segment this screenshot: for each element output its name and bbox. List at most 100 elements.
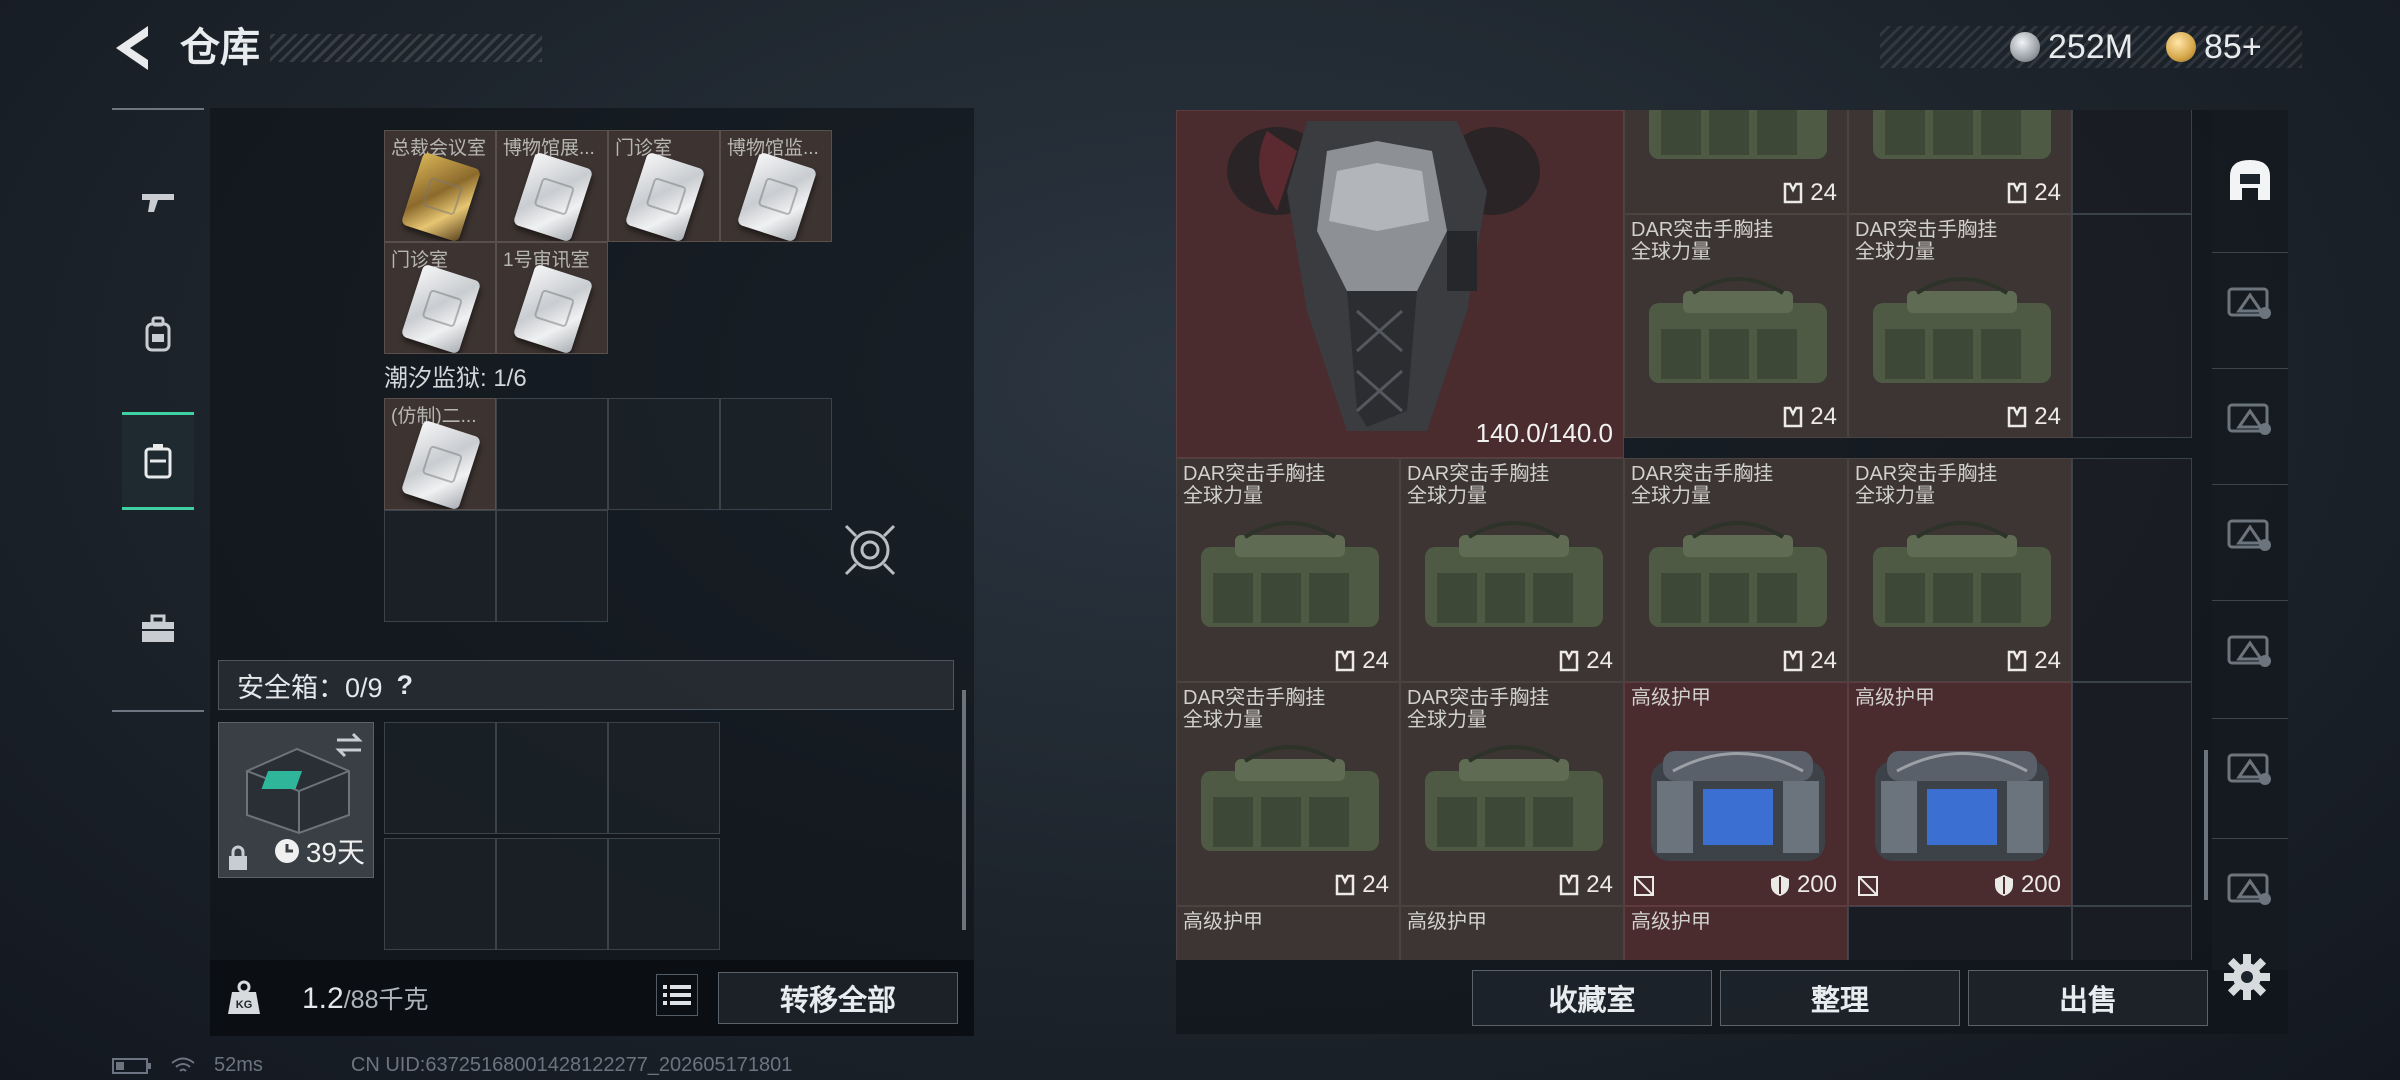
filter-divider <box>2212 368 2288 369</box>
empty-slot[interactable] <box>2072 214 2192 438</box>
collection-room-button[interactable]: 收藏室 <box>1472 970 1712 1026</box>
level-iv-filter-button[interactable] <box>2220 386 2280 446</box>
keycard-item[interactable]: 门诊室 <box>384 242 496 354</box>
level-gti-filter-icon <box>2227 287 2271 319</box>
keycard-icon <box>400 151 482 241</box>
level-iv-filter-icon <box>2227 403 2271 435</box>
storage-scrollbar[interactable] <box>962 690 966 930</box>
chest-rig-item[interactable]: 24 <box>1848 110 2072 214</box>
stat-value: 24 <box>2034 647 2061 674</box>
empty-slot[interactable] <box>2072 458 2192 682</box>
page-title: 仓库 <box>180 26 260 70</box>
nav-toolbox[interactable] <box>122 582 194 674</box>
keycard-item[interactable]: 1号审讯室 <box>496 242 608 354</box>
empty-slot[interactable] <box>496 510 608 622</box>
inventory-scrollbar[interactable] <box>2204 750 2208 900</box>
capacity-stat: 24 <box>1782 403 1837 431</box>
helmet-filter-button[interactable] <box>2220 150 2280 210</box>
empty-slot[interactable] <box>1848 906 2072 960</box>
organize-button[interactable]: 整理 <box>1720 970 1960 1026</box>
armor-item[interactable]: 高级护甲 <box>1400 906 1624 960</box>
nav-backpack[interactable] <box>122 288 194 380</box>
filter-sidebar <box>2212 110 2288 970</box>
chest-rig-icon <box>1873 110 2051 159</box>
armor-item[interactable]: 高级护甲 200 <box>1624 682 1848 906</box>
currency-bar: 252M 85+ <box>1880 26 2302 68</box>
empty-slot[interactable] <box>384 838 496 950</box>
chest-rig-item[interactable]: DAR突击手胸挂 全球力量 24 <box>1624 458 1848 682</box>
item-name: 高级护甲 <box>1407 911 1487 933</box>
empty-slot[interactable] <box>496 838 608 950</box>
keycard-item[interactable]: 总裁会议室 <box>384 130 496 242</box>
safebox-item[interactable]: 39天 <box>218 722 374 878</box>
chest-rig-item[interactable]: DAR突击手胸挂 全球力量 24 <box>1400 458 1624 682</box>
level-gti-filter-button[interactable] <box>2220 270 2280 330</box>
empty-slot[interactable] <box>720 398 832 510</box>
chest-rig-item[interactable]: DAR突击手胸挂 全球力量 24 <box>1848 214 2072 438</box>
user-uid: CN UID:637251680014281222​77_20260517180… <box>350 1054 793 1076</box>
capacity-stat: 24 <box>1558 871 1613 899</box>
keycard-icon <box>512 151 594 241</box>
helmet-filter-icon <box>2230 160 2270 200</box>
armor-item[interactable]: 高级护甲 <box>1176 906 1400 960</box>
empty-slot[interactable] <box>2072 110 2192 214</box>
empty-slot[interactable] <box>608 398 720 510</box>
durability-stat: 200 <box>1993 871 2061 899</box>
clock-icon <box>274 839 299 863</box>
capacity-stat: 24 <box>1782 179 1837 207</box>
item-name: DAR突击手胸挂 全球力量 <box>1631 219 1774 263</box>
vest-capacity-icon <box>1784 650 1803 672</box>
safebox-help-button[interactable]: ? <box>397 670 414 701</box>
chest-rig-item[interactable]: DAR突击手胸挂 全球力量 24 <box>1400 682 1624 906</box>
item-name: DAR突击手胸挂 全球力量 <box>1183 463 1326 507</box>
back-button[interactable] <box>108 22 154 74</box>
armor-item[interactable]: 高级护甲 <box>1624 906 1848 960</box>
chest-rig-item[interactable]: DAR突击手胸挂 全球力量 24 <box>1176 458 1400 682</box>
armor-item[interactable]: 高级护甲 200 <box>1848 682 2072 906</box>
stat-value: 24 <box>1362 647 1389 674</box>
empty-slot[interactable] <box>2072 906 2192 960</box>
locate-target-icon[interactable] <box>842 522 898 578</box>
stat-value: 24 <box>1586 647 1613 674</box>
weight-capacity: /88千克 <box>343 986 429 1014</box>
keycard-grid: 总裁会议室 博物馆展... 门诊室 博物馆监... 门诊室 1号审讯室 <box>384 130 832 354</box>
empty-slot[interactable] <box>384 510 496 622</box>
sell-button[interactable]: 出售 <box>1968 970 2208 1026</box>
keycard-item[interactable]: 门诊室 <box>608 130 720 242</box>
empty-slot[interactable] <box>384 722 496 834</box>
svg-text:KG: KG <box>236 999 253 1011</box>
chest-rig-icon <box>1425 745 1603 851</box>
capacity-stat: 24 <box>1782 647 1837 675</box>
empty-slot[interactable] <box>608 722 720 834</box>
filter-divider <box>2212 484 2288 485</box>
keycard-icon <box>512 263 594 353</box>
chest-rig-item[interactable]: DAR突击手胸挂 全球力量 24 <box>1624 214 1848 438</box>
body-armor-item[interactable]: 140.0/140.0 <box>1176 110 1624 458</box>
nav-storage[interactable] <box>122 412 194 510</box>
chest-rig-item[interactable]: DAR突击手胸挂 全球力量 24 <box>1848 458 2072 682</box>
level-iv-armor-filter-button[interactable] <box>2220 502 2280 562</box>
chest-rig-item[interactable]: 24 <box>1624 110 1848 214</box>
nav-weapons[interactable] <box>122 156 194 248</box>
level-v-filter-button[interactable] <box>2220 856 2280 916</box>
empty-slot[interactable] <box>2072 682 2192 906</box>
level-gti-armor-filter-icon <box>2227 635 2271 667</box>
list-view-button[interactable] <box>656 974 698 1016</box>
item-name: DAR突击手胸挂 全球力量 <box>1855 463 1998 507</box>
keycard-item[interactable]: 博物馆展... <box>496 130 608 242</box>
chest-rig-item[interactable]: DAR突击手胸挂 全球力量 24 <box>1176 682 1400 906</box>
keycard-icon <box>400 263 482 353</box>
keycard-item[interactable]: (仿制)二... <box>384 398 496 510</box>
level-gti-armor-filter-button[interactable] <box>2220 618 2280 678</box>
keycard-item[interactable]: 博物馆监... <box>720 130 832 242</box>
empty-slot[interactable] <box>496 722 608 834</box>
filter-divider <box>2212 718 2288 719</box>
empty-slot[interactable] <box>496 398 608 510</box>
level-iv-armor2-filter-button[interactable] <box>2220 736 2280 796</box>
chest-rig-icon <box>1425 521 1603 627</box>
level-iv-armor-filter-icon <box>2227 519 2271 551</box>
transfer-all-button[interactable]: 转移全部 <box>718 972 958 1024</box>
empty-slot[interactable] <box>608 838 720 950</box>
gold-coin-icon <box>2166 32 2196 62</box>
swap-icon[interactable] <box>333 731 365 759</box>
